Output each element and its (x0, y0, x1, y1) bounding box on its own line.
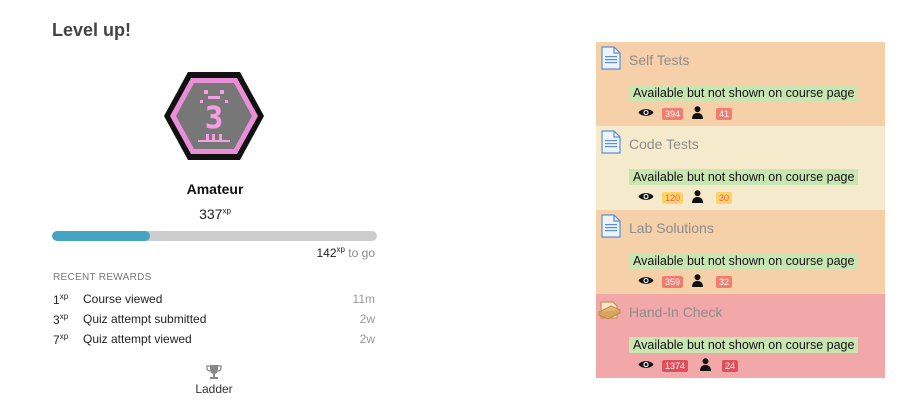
reward-text: Course viewed (83, 292, 163, 306)
activity-item: Hand-In Check Available but not shown on… (596, 294, 885, 378)
reward-points: 1xp (53, 292, 69, 307)
views-count-badge: 1374 (662, 360, 689, 372)
current-points: 337xp (52, 206, 378, 222)
user-icon (692, 106, 703, 119)
availability-status: Available but not shown on course page (629, 337, 859, 353)
user-icon (692, 190, 703, 203)
activity-link[interactable]: Lab Solutions (629, 220, 714, 236)
level-progress-bar (52, 231, 377, 241)
points-unit: xp (222, 206, 231, 216)
eye-icon (638, 361, 654, 368)
user-icon (700, 358, 711, 371)
eye-icon (638, 277, 654, 284)
points-to-go: 142xp to go (316, 245, 375, 260)
availability-status: Available but not shown on course page (629, 85, 859, 101)
file-icon (601, 214, 621, 238)
views-count-badge: 359 (662, 276, 684, 288)
activity-link[interactable]: Hand-In Check (629, 304, 722, 320)
users-count-badge: 41 (716, 108, 733, 120)
activity-link[interactable]: Self Tests (629, 52, 689, 68)
ladder-label: Ladder (195, 382, 233, 396)
eye-icon (638, 109, 654, 116)
activity-list: Self Tests Available but not shown on co… (596, 42, 885, 378)
availability-status: Available but not shown on course page (629, 253, 859, 269)
availability-status: Available but not shown on course page (629, 169, 859, 185)
reward-time: 2w (359, 332, 375, 346)
eye-icon (638, 193, 654, 200)
reward-time: 11m (352, 292, 375, 306)
users-count-badge: 32 (716, 276, 733, 288)
users-count-badge: 30 (716, 192, 733, 204)
user-icon (692, 274, 703, 287)
to-go-unit: xp (336, 245, 345, 254)
to-go-value: 142 (316, 246, 337, 260)
level-name: Amateur (186, 181, 244, 197)
ladder-link[interactable]: Ladder (185, 364, 243, 396)
reward-row: 7xp Quiz attempt viewed 2w (53, 332, 375, 350)
to-go-label: to go (348, 246, 375, 260)
reward-row: 3xp Quiz attempt submitted 2w (53, 312, 375, 330)
trophy-icon (206, 365, 222, 379)
reward-row: 1xp Course viewed 11m (53, 292, 375, 310)
level-progress-fill (52, 231, 150, 241)
users-count-badge: 24 (722, 360, 739, 372)
file-icon (601, 130, 621, 154)
activity-item: Self Tests Available but not shown on co… (596, 42, 885, 126)
activity-item: Code Tests Available but not shown on co… (596, 126, 885, 210)
level-number: 3 (205, 101, 223, 136)
recent-rewards-heading: RECENT REWARDS (53, 272, 152, 283)
reward-points: 3xp (53, 312, 69, 327)
assignment-icon (598, 301, 622, 320)
reward-points: 7xp (53, 332, 69, 347)
views-count-badge: 394 (662, 108, 684, 120)
reward-text: Quiz attempt viewed (83, 332, 192, 346)
reward-time: 2w (359, 312, 375, 326)
views-count-badge: 120 (662, 192, 684, 204)
file-icon (601, 46, 621, 70)
points-value: 337 (199, 206, 223, 222)
level-badge: 3 (164, 72, 264, 160)
activity-link[interactable]: Code Tests (629, 136, 699, 152)
reward-text: Quiz attempt submitted (83, 312, 207, 326)
block-title: Level up! (52, 20, 132, 40)
activity-item: Lab Solutions Available but not shown on… (596, 210, 885, 294)
